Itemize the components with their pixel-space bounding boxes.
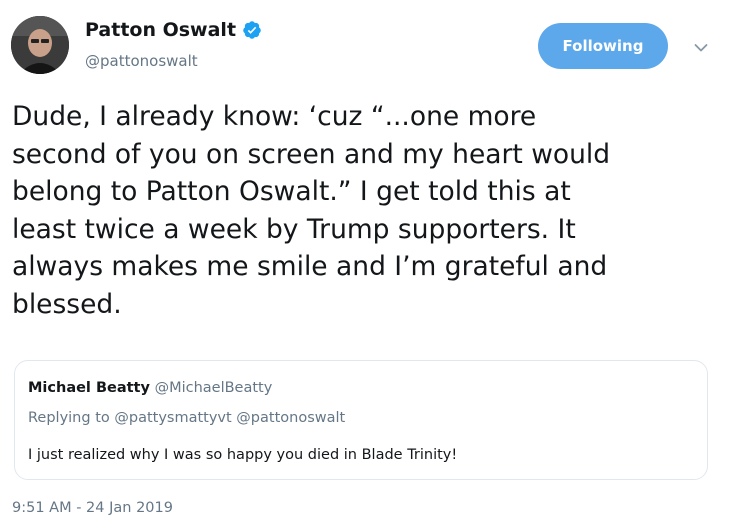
author-display-name[interactable]: Patton Oswalt [85,19,262,41]
tweet-timestamp[interactable]: 9:51 AM - 24 Jan 2019 [12,500,173,516]
replying-to: Replying to @pattysmattyvt @pattonoswalt [28,410,345,426]
tweet-line: Dude, I already know: ‘cuz “...one more [12,101,537,132]
tweet-text: Dude, I already know: ‘cuz “...one more … [12,98,732,323]
tweet-line: belong to Patton Oswalt.” I get told thi… [12,176,571,207]
tweet-line: second of you on screen and my heart wou… [12,138,611,170]
author-handle[interactable]: @pattonoswalt [85,52,198,70]
replying-to-mention[interactable]: @pattonoswalt [236,410,345,426]
tweet-line: least twice a week by Trump supporters. … [12,213,576,245]
quoted-tweet[interactable]: Michael Beatty @MichaelBeatty Replying t… [14,360,708,480]
replying-to-mention[interactable]: @pattysmattyvt [114,410,231,426]
tweet-line: always makes me smile and I’m grateful a… [12,251,608,282]
replying-to-prefix: Replying to [28,410,110,426]
quoted-author-handle: @MichaelBeatty [154,380,273,396]
quoted-author-name: Michael Beatty [28,380,150,396]
following-button[interactable]: Following [538,23,668,69]
avatar[interactable] [11,16,69,74]
verified-badge-icon [242,20,262,40]
author-name-text: Patton Oswalt [85,19,237,41]
chevron-down-icon[interactable] [689,36,713,60]
quoted-tweet-header: Michael Beatty @MichaelBeatty [28,380,272,396]
quoted-tweet-text: I just realized why I was so happy you d… [28,447,458,463]
tweet-line: blessed. [12,288,122,320]
